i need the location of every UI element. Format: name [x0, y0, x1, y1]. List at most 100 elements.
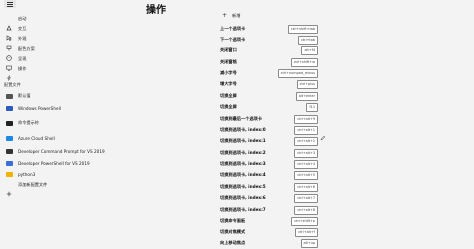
action-row[interactable]: 切换对焦模式 ctrl+alt+f [220, 228, 320, 238]
action-row[interactable]: 切换到选项卡, index:5 ctrl+alt+6 [220, 183, 320, 193]
sidebar-item-profile-azure[interactable]: Azure Cloud Shell [6, 133, 55, 143]
action-label: 切换到选项卡, index:1 [220, 138, 266, 143]
palette-icon [6, 46, 12, 61]
action-label: 切换到选项卡, index:4 [220, 172, 266, 177]
key-chord[interactable]: ctrl+alt+3 [294, 149, 318, 158]
action-row[interactable]: 增大字号 ctrl+plus [220, 80, 320, 90]
action-row[interactable]: 下一个选项卡 ctrl+tab [220, 36, 320, 46]
add-new-label: 新增 [232, 12, 241, 18]
action-row[interactable]: 切换命令面板 ctrl+shift+p [220, 217, 320, 227]
sidebar-item-profile-python3[interactable]: python3 [6, 169, 35, 179]
action-label: 增大字号 [220, 81, 237, 86]
action-label: 切换全屏 [220, 93, 237, 98]
sidebar-item-label: 添加新配置文件 [18, 182, 48, 187]
action-label: 切换到选项卡, index:3 [220, 161, 266, 166]
sidebar-item-startup[interactable]: 启动 [6, 14, 27, 31]
sidebar-item-appearance[interactable]: 外观 [6, 34, 27, 51]
key-chord[interactable]: ctrl+alt+4 [294, 160, 318, 169]
key-chord[interactable]: alt+f4 [301, 46, 318, 55]
key-chord[interactable]: ctrl+alt+7 [294, 194, 318, 203]
sidebar-item-actions[interactable]: 操作 [6, 64, 27, 81]
paint-icon [6, 36, 12, 51]
sidebar-item-label: 启动 [18, 16, 27, 21]
action-row[interactable]: 切换到最后一个选项卡 ctrl+alt+9 [220, 115, 320, 125]
profiles-header: 配置文件 [4, 82, 21, 87]
sidebar-item-rendering[interactable]: 呈现 [6, 54, 27, 71]
plus-icon [6, 182, 12, 197]
action-row[interactable]: 切换到选项卡, index:7 ctrl+alt+8 [220, 206, 320, 216]
sidebar-item-profile-cmd[interactable]: 命令提示符 [6, 118, 39, 128]
sidebar-item-color-schemes[interactable]: 配色方案 [6, 44, 35, 61]
key-chord[interactable]: ctrl+shift+p [291, 217, 318, 226]
action-row[interactable]: 减小字号 ctrl+numpad_minus [220, 69, 320, 79]
key-chord[interactable]: ctrl+alt+6 [294, 183, 318, 192]
sidebar-item-profile-vs-ps[interactable]: Developer PowerShell for VS 2019 [6, 158, 90, 168]
sidebar-item-label: 命令提示符 [18, 120, 39, 125]
edit-icon[interactable] [320, 126, 326, 141]
powershell-icon [6, 105, 13, 111]
key-chord[interactable]: ctrl+plus [296, 80, 318, 89]
cursor-icon [6, 26, 13, 41]
key-chord[interactable]: ctrl+alt+2 [294, 137, 318, 146]
action-label: 切换到选项卡, index:0 [220, 127, 266, 132]
sidebar-item-label: 呈现 [18, 56, 27, 61]
key-chord[interactable]: ctrl+alt+9 [294, 115, 318, 124]
sidebar-item-label: 外观 [18, 36, 27, 41]
sidebar-item-profile-vs-cmd[interactable]: Developer Command Prompt for VS 2019 [6, 146, 105, 156]
action-label: 向上移动焦点 [220, 240, 246, 245]
lightning-icon [6, 66, 12, 81]
key-chord[interactable]: alt+enter [295, 92, 318, 101]
key-chord[interactable]: ctrl+tab [298, 36, 318, 45]
menu-toggle-button[interactable] [4, 0, 16, 8]
azure-icon [6, 135, 13, 141]
key-chord[interactable]: ctrl+alt+5 [294, 171, 318, 180]
action-label: 切换到选项卡, index:7 [220, 207, 266, 212]
sidebar-item-profile-defaults[interactable]: 默认值 [6, 91, 31, 101]
action-label: 切换到选项卡, index:2 [220, 150, 266, 155]
vs-cmd-icon [6, 148, 13, 154]
action-label: 上一个选项卡 [220, 26, 246, 31]
action-row[interactable]: 切换全屏 alt+enter [220, 92, 320, 102]
action-row[interactable]: 切换到选项卡, index:3 ctrl+alt+4 [220, 160, 320, 170]
action-row[interactable]: 切换全屏 f11 [220, 103, 320, 113]
key-chord[interactable]: ctrl+numpad_minus [277, 69, 318, 78]
add-new-button[interactable]: + 新增 [222, 12, 240, 19]
key-chord[interactable]: ctrl+shift+w [290, 58, 318, 67]
key-chord[interactable]: ctrl+alt+8 [294, 206, 318, 215]
action-row[interactable]: 切换到选项卡, index:0 ctrl+alt+1 [220, 126, 320, 136]
key-chord[interactable]: f11 [306, 103, 318, 112]
cmd-icon [6, 120, 13, 126]
vs-ps-icon [6, 160, 13, 166]
sidebar-item-label: python3 [18, 171, 36, 177]
sidebar-item-profile-powershell[interactable]: Windows PowerShell [6, 103, 61, 113]
action-row[interactable]: 切换到选项卡, index:2 ctrl+alt+3 [220, 149, 320, 159]
action-label: 切换全屏 [220, 104, 237, 109]
action-row[interactable]: 切换到选项卡, index:4 ctrl+alt+5 [220, 171, 320, 181]
action-row[interactable]: 切换到选项卡, index:6 ctrl+alt+7 [220, 194, 320, 204]
page-title: 操作 [146, 5, 166, 16]
action-label: 切换命令面板 [220, 218, 246, 223]
action-label: 减小字号 [220, 70, 237, 75]
action-row[interactable]: 切换到选项卡, index:1 ctrl+alt+2 [220, 137, 320, 147]
action-label: 切换到最后一个选项卡 [220, 116, 262, 121]
sidebar-item-label: Developer Command Prompt for VS 2019 [18, 148, 105, 154]
sidebar-item-label: 操作 [18, 66, 27, 71]
key-chord[interactable]: ctrl+alt+1 [294, 126, 318, 135]
key-chord[interactable]: ctrl+shift+tab [287, 25, 318, 34]
sidebar-item-label: 交互 [18, 26, 27, 31]
sidebar-item-interaction[interactable]: 交互 [6, 24, 27, 41]
sidebar-item-label: 配色方案 [18, 46, 35, 51]
action-row[interactable]: 关闭窗格 ctrl+shift+w [220, 58, 320, 68]
plus-icon: + [222, 12, 228, 19]
action-row[interactable]: 关闭窗口 alt+f4 [220, 46, 320, 56]
key-chord[interactable]: ctrl+alt+f [295, 228, 318, 237]
key-chord[interactable]: alt+up [300, 239, 318, 248]
sidebar: 启动 交互 外观 配色方案 呈现 操作 配置文件 默认值 Windows Pow… [0, 10, 140, 248]
action-label: 关闭窗口 [220, 47, 237, 52]
sidebar-item-add-profile[interactable]: 添加新配置文件 [6, 180, 48, 197]
python-icon [6, 171, 13, 177]
action-label: 下一个选项卡 [220, 37, 246, 42]
sidebar-item-label: Developer PowerShell for VS 2019 [18, 160, 90, 166]
action-row[interactable]: 上一个选项卡 ctrl+shift+tab [220, 25, 320, 35]
action-label: 切换对焦模式 [220, 229, 246, 234]
